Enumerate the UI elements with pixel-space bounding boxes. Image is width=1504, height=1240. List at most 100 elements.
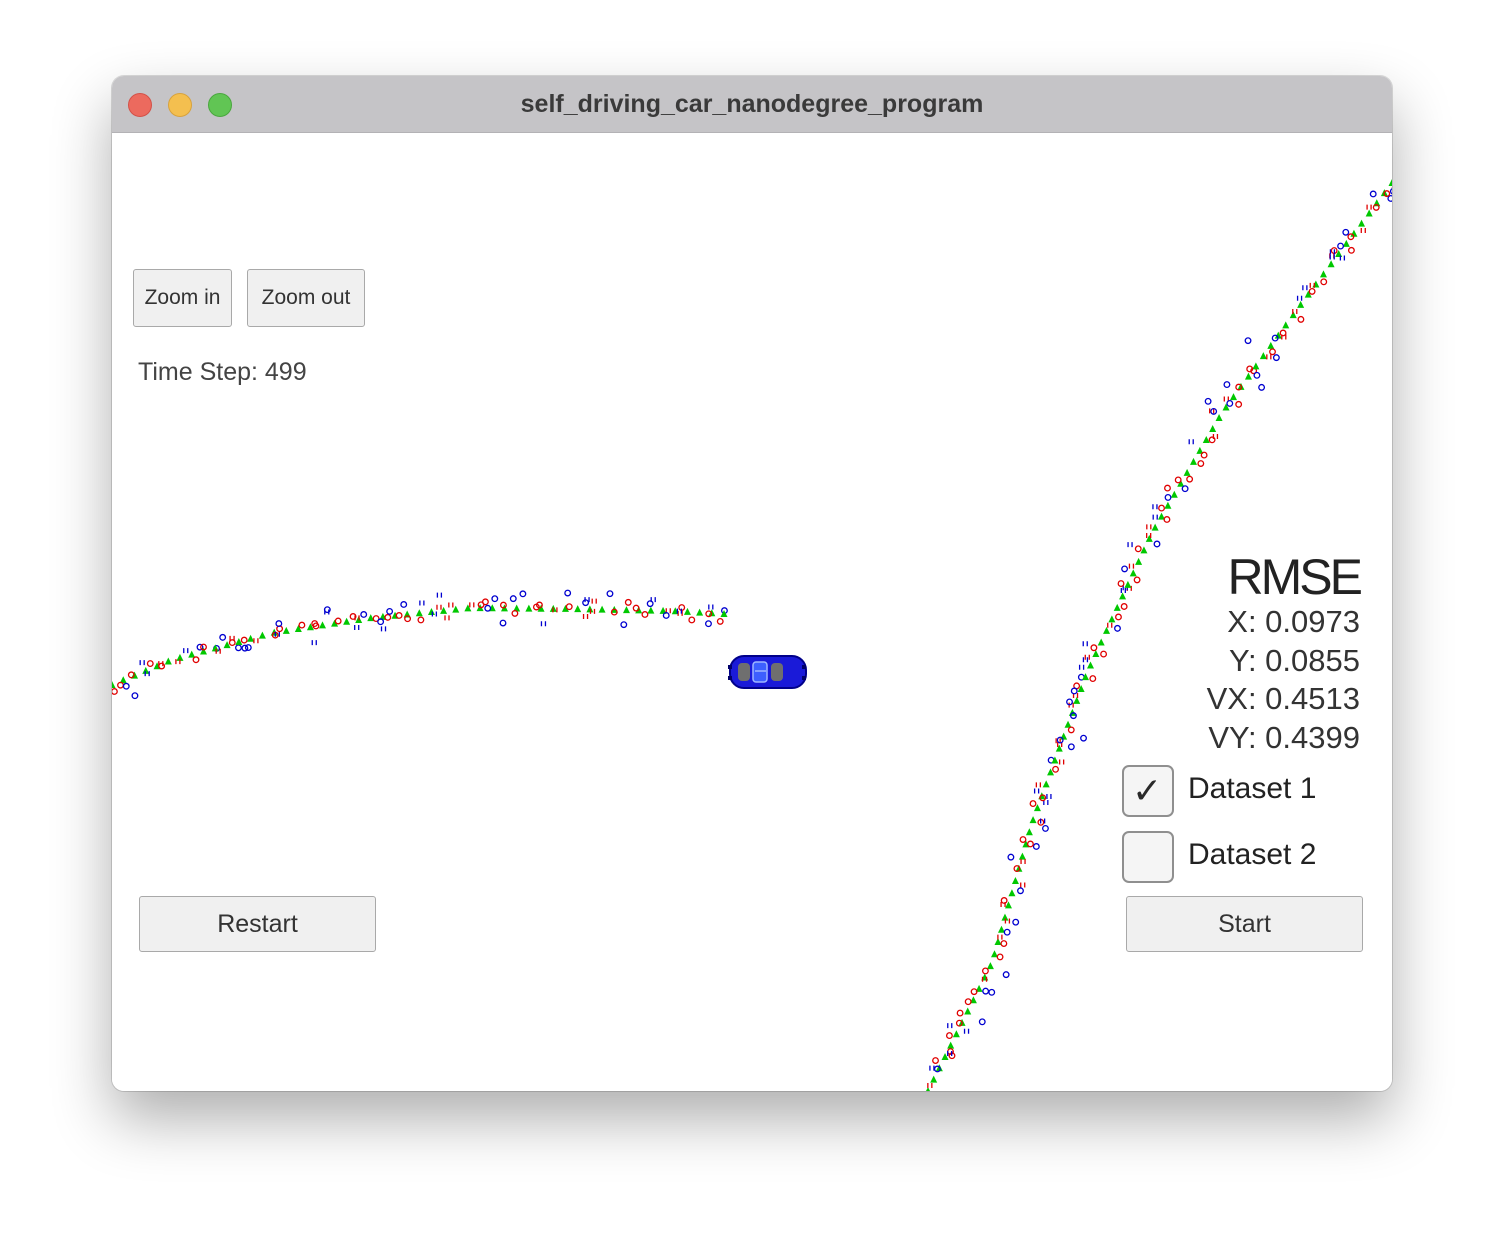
- lidar-marker: [112, 688, 118, 695]
- lidar-marker: [1320, 278, 1328, 286]
- lidar-marker: [1067, 726, 1075, 734]
- lidar-marker: [956, 1009, 964, 1017]
- radar-marker: [1002, 971, 1010, 979]
- lidar-marker: [1163, 516, 1171, 523]
- radar-marker: [1164, 493, 1172, 501]
- lidar-marker: [384, 613, 392, 621]
- lidar-marker: [395, 612, 403, 619]
- radar-marker: [419, 600, 425, 606]
- ground-truth-marker: [1222, 403, 1230, 411]
- lidar-marker: [927, 1083, 933, 1089]
- radar-marker: [978, 1018, 986, 1026]
- zoom-in-button[interactable]: Zoom in: [133, 269, 232, 327]
- lidar-marker: [996, 953, 1004, 961]
- radar-marker: [1067, 743, 1075, 751]
- lidar-marker: [240, 636, 248, 644]
- ground-truth-marker: [696, 608, 704, 616]
- dataset-1-checkbox[interactable]: ✓: [1122, 765, 1174, 817]
- lidar-marker: [1292, 309, 1298, 314]
- lidar-marker: [688, 616, 696, 624]
- lidar-marker: [1133, 576, 1141, 584]
- ground-truth-marker: [1297, 300, 1305, 308]
- rmse-title: RMSE: [1227, 549, 1363, 605]
- lidar-marker: [334, 617, 342, 625]
- ground-truth-marker: [1124, 580, 1132, 588]
- radar-marker: [988, 988, 996, 996]
- lidar-marker: [1212, 433, 1219, 439]
- radar-marker: [491, 595, 499, 603]
- radar-marker: [1204, 397, 1212, 405]
- lidar-marker: [1115, 613, 1122, 621]
- radar-marker: [1070, 687, 1078, 695]
- ground-truth-marker: [1135, 557, 1143, 565]
- lidar-marker: [448, 602, 454, 608]
- radar-marker: [606, 590, 614, 598]
- lidar-marker: [1174, 476, 1182, 484]
- ground-truth-marker: [282, 626, 290, 634]
- radar-marker: [1302, 285, 1308, 291]
- ground-truth-marker: [1060, 732, 1068, 740]
- lidar-marker: [716, 617, 724, 625]
- lidar-marker: [1164, 484, 1171, 492]
- rmse-panel: RMSE X: 0.0973 Y: 0.0855 VX: 0.4513 VY: …: [1202, 549, 1363, 757]
- radar-marker: [360, 611, 368, 618]
- ground-truth-marker: [1267, 341, 1275, 349]
- dataset-2-checkbox[interactable]: ✓: [1122, 831, 1174, 883]
- radar-marker: [1244, 337, 1252, 345]
- radar-marker: [1033, 788, 1040, 794]
- ground-truth-marker: [318, 621, 326, 629]
- radar-marker: [1046, 793, 1052, 799]
- dataset-2-label: Dataset 2: [1188, 838, 1317, 871]
- lidar-marker: [1090, 644, 1098, 652]
- restart-button[interactable]: Restart: [139, 896, 376, 952]
- radar-marker: [219, 633, 227, 641]
- lidar-marker: [1200, 451, 1208, 459]
- lidar-marker: [1146, 524, 1152, 530]
- lidar-marker: [1058, 759, 1065, 765]
- radar-marker: [235, 644, 242, 652]
- zoom-out-button[interactable]: Zoom out: [247, 269, 365, 327]
- lidar-marker: [1279, 329, 1287, 337]
- radar-marker: [1153, 540, 1161, 548]
- lidar-marker: [481, 598, 489, 606]
- lidar-marker: [253, 638, 259, 644]
- ground-truth-marker: [525, 604, 533, 612]
- ground-truth-marker: [427, 608, 435, 616]
- radar-marker: [1389, 188, 1392, 195]
- lidar-marker: [1000, 897, 1008, 904]
- radar-marker: [311, 640, 317, 646]
- ground-truth-marker: [1108, 615, 1116, 623]
- lidar-marker: [582, 614, 589, 620]
- ground-truth-marker: [1312, 280, 1320, 288]
- lidar-marker: [417, 616, 425, 624]
- lidar-marker: [945, 1032, 953, 1040]
- ground-truth-marker: [258, 631, 266, 639]
- ground-truth-marker: [1029, 816, 1037, 824]
- lidar-marker: [436, 604, 442, 610]
- radar-marker: [1337, 242, 1345, 250]
- radar-marker: [183, 648, 189, 654]
- lidar-marker: [1235, 400, 1243, 408]
- lidar-marker: [1117, 580, 1125, 588]
- ground-truth-marker: [947, 1041, 955, 1049]
- lidar-marker: [1134, 545, 1142, 553]
- checkmark-icon: ✓: [1132, 771, 1163, 812]
- lidar-marker: [1029, 800, 1037, 808]
- lidar-marker: [146, 660, 154, 667]
- lidar-marker: [1120, 603, 1128, 610]
- ground-truth-marker: [343, 617, 351, 625]
- radar-marker: [708, 604, 714, 610]
- lidar-marker: [641, 611, 649, 618]
- start-button[interactable]: Start: [1126, 896, 1363, 952]
- ground-truth-marker: [188, 650, 196, 658]
- rmse-vy: VY: 0.4399: [1208, 719, 1360, 755]
- ground-truth-marker: [294, 625, 302, 633]
- ground-truth-marker: [415, 609, 423, 617]
- lidar-marker: [1308, 287, 1316, 295]
- lidar-marker: [469, 602, 475, 608]
- ground-truth-marker: [1230, 393, 1238, 401]
- radar-marker: [1007, 853, 1015, 861]
- ground-truth-marker: [598, 605, 606, 613]
- lidar-marker: [1309, 282, 1315, 288]
- ground-truth-marker: [683, 607, 691, 615]
